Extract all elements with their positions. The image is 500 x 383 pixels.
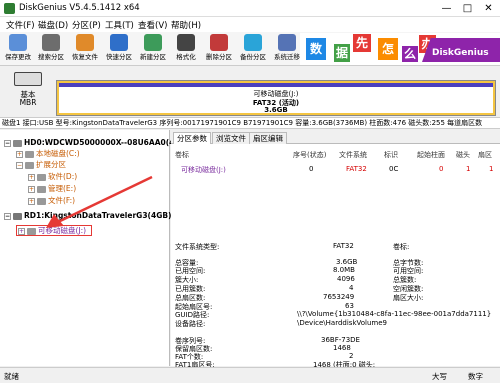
row-label: 可移动磁盘(J:) xyxy=(181,166,226,174)
row-head: 1 xyxy=(466,165,471,173)
partition-map-size: 3.6GB xyxy=(264,106,288,114)
save-icon xyxy=(9,34,27,51)
banner-char-3: 先 xyxy=(353,34,371,52)
col-sector[interactable]: 扇区 xyxy=(478,150,492,160)
serial-value: 36BF-73DE xyxy=(321,336,360,344)
total-sectors-value: 7653249 xyxy=(323,293,355,301)
disk-type-mbr: MBR xyxy=(19,98,37,107)
row-fs: FAT32 xyxy=(346,165,367,173)
guid-value: \\?\Volume{1b310484-c8fa-11ec-98ee-001a7… xyxy=(297,310,492,318)
total-value: 3.6GB xyxy=(336,258,358,266)
new-partition-button[interactable]: 新建分区 xyxy=(138,33,168,65)
close-button[interactable]: ✕ xyxy=(482,2,495,15)
vol-label-label: 卷标: xyxy=(393,243,410,251)
expand-icon[interactable]: + xyxy=(28,185,35,193)
status-bar: 就绪 大写 数字 xyxy=(0,367,500,383)
start-sector-value: 63 xyxy=(345,302,354,310)
brand-name: DiskGenius xyxy=(432,48,489,58)
maximize-button[interactable]: □ xyxy=(461,2,474,15)
menu-file[interactable]: 文件(F) xyxy=(6,19,35,31)
delete-partition-button[interactable]: 删除分区 xyxy=(204,33,234,65)
minimize-button[interactable]: — xyxy=(440,2,453,15)
quick-partition-icon xyxy=(110,34,128,51)
caps-indicator: 大写 xyxy=(432,372,447,381)
row-start-cyl: 0 xyxy=(439,165,444,173)
tab-partition-params[interactable]: 分区参数 xyxy=(173,132,211,144)
backup-partition-button[interactable]: 备份分区 xyxy=(238,33,268,65)
fat-count-value: 2 xyxy=(349,352,354,360)
row-sector: 1 xyxy=(489,165,494,173)
partition-icon xyxy=(25,161,34,169)
menu-disk[interactable]: 磁盘(D) xyxy=(38,19,68,31)
cluster-value: 4096 xyxy=(337,275,355,283)
partition-properties: 文件系统类型: FAT32 卷标: 总容量: 3.6GB 总字节数: 已用空间:… xyxy=(171,240,500,369)
col-label[interactable]: 卷标 xyxy=(175,150,189,160)
tab-sector-edit[interactable]: 扇区编辑 xyxy=(249,132,287,144)
disk-type-icon: 基本 MBR xyxy=(4,72,52,108)
disk-tree: − HD0:WDCWD5000000X--08U6AA0(46 + 本地磁盘(C:)… xyxy=(0,130,180,366)
reserved-value: 1468 xyxy=(333,344,351,352)
col-head[interactable]: 磁头 xyxy=(456,150,470,160)
banner-char-2: 据 xyxy=(334,44,350,62)
banner-char-1: 数 xyxy=(306,38,326,60)
tree-node-hd0[interactable]: − HD0:WDCWD5000000X--08U6AA0(46 xyxy=(4,138,180,147)
delete-icon xyxy=(210,34,228,51)
col-index[interactable]: 序号(状态) xyxy=(293,150,326,160)
table-header: 卷标 序号(状态) 文件系统 标识 起始柱面 磁头 扇区 xyxy=(171,148,500,160)
tree-node-extended[interactable]: − 扩展分区 xyxy=(16,160,66,169)
migration-icon xyxy=(278,34,296,51)
menu-partition[interactable]: 分区(P) xyxy=(72,19,101,31)
expand-icon[interactable]: + xyxy=(28,197,35,205)
expand-icon[interactable]: + xyxy=(16,150,23,158)
device-label: 设备路径: xyxy=(175,320,206,328)
search-partition-button[interactable]: 搜索分区 xyxy=(36,33,66,65)
usb-disk-icon xyxy=(13,212,22,220)
format-button[interactable]: 格式化 xyxy=(171,33,201,65)
backup-icon xyxy=(244,34,262,51)
banner-char-4: 怎 xyxy=(378,38,398,60)
partition-map-block[interactable]: 可移动磁盘(J:) FAT32 (活动) 3.6GB xyxy=(56,80,496,116)
system-migration-button[interactable]: 系统迁移 xyxy=(272,33,302,65)
menu-help[interactable]: 帮助(H) xyxy=(171,19,201,31)
col-fs[interactable]: 文件系统 xyxy=(339,150,367,160)
recover-icon xyxy=(76,34,94,51)
used-value: 8.0MB xyxy=(333,266,355,274)
title-bar: DiskGenius V5.4.5.1412 x64 — □ ✕ xyxy=(0,0,500,17)
collapse-icon[interactable]: − xyxy=(4,139,11,147)
save-changes-button[interactable]: 保存更改 xyxy=(3,33,33,65)
row-id: 0C xyxy=(389,165,399,173)
collapse-icon[interactable]: − xyxy=(16,161,23,169)
menu-tools[interactable]: 工具(T) xyxy=(105,19,134,31)
disk-info-bar: 磁盘1 接口:USB 型号:KingstonDataTravelerG3 序列号… xyxy=(0,117,500,129)
device-value: \Device\HarddiskVolume9 xyxy=(297,319,387,327)
banner-char-5: 么 xyxy=(402,46,418,62)
search-icon xyxy=(42,34,60,51)
tab-bar: 分区参数 浏览文件 扇区编辑 xyxy=(171,130,500,144)
quick-partition-button[interactable]: 快速分区 xyxy=(104,33,134,65)
num-indicator: 数字 xyxy=(468,372,483,381)
fs-type-label: 文件系统类型: xyxy=(175,243,220,251)
format-icon xyxy=(177,34,195,51)
table-row[interactable]: 可移动磁盘(J:) 0 FAT32 0C 0 1 1 xyxy=(171,163,500,175)
tab-browse-files[interactable]: 浏览文件 xyxy=(212,132,250,144)
menu-bar: 文件(F) 磁盘(D) 分区(P) 工具(T) 查看(V) 帮助(H) xyxy=(0,17,500,32)
window-title: DiskGenius V5.4.5.1412 x64 xyxy=(19,3,140,13)
row-index: 0 xyxy=(309,165,314,173)
collapse-icon[interactable]: − xyxy=(4,212,11,220)
hard-disk-icon xyxy=(13,139,22,147)
sector-size-label: 扇区大小: xyxy=(393,294,424,302)
expand-icon[interactable]: + xyxy=(28,173,35,181)
used-clusters-value: 4 xyxy=(349,284,354,292)
status-text: 就绪 xyxy=(4,372,19,381)
tree-node-c[interactable]: + 本地磁盘(C:) xyxy=(16,149,80,158)
col-start-cyl[interactable]: 起始柱面 xyxy=(417,150,445,160)
recover-files-button[interactable]: 恢复文件 xyxy=(70,33,100,65)
fs-type-value: FAT32 xyxy=(333,242,354,250)
red-arrow-annotation xyxy=(46,175,153,228)
partition-icon xyxy=(25,150,34,158)
app-icon xyxy=(4,3,15,14)
col-id[interactable]: 标识 xyxy=(384,150,398,160)
menu-view[interactable]: 查看(V) xyxy=(138,19,167,31)
new-partition-icon xyxy=(144,34,162,51)
